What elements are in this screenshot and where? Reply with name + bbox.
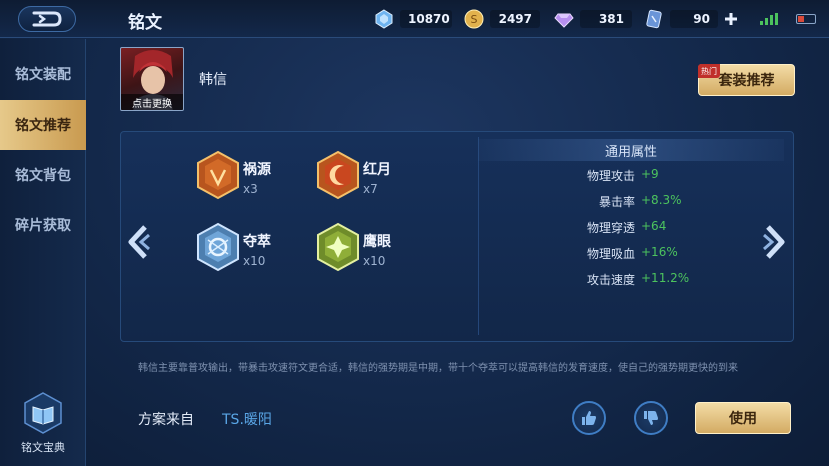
rune-count: x7 [363,182,378,196]
attribute-value: +16% [641,245,678,259]
add-coupon-button[interactable] [722,10,740,28]
attribute-label: 物理攻击 [586,169,635,183]
plan-description: 韩信主要靠普攻输出，带暴击攻速符文更合适，韩信的强势期是中期，带十个夺萃可以提高… [138,363,738,374]
sidebar-item-rune-recommend[interactable]: 铭文推荐 [0,100,86,150]
rune-count: x3 [243,182,258,196]
hero-portrait[interactable]: 点击更换 [120,47,184,111]
rune-green-icon [317,222,359,272]
like-button[interactable] [572,401,606,435]
plus-icon [725,13,737,25]
prev-arrow-icon[interactable] [125,223,151,261]
svg-text:S: S [471,13,478,26]
hot-badge: 热门 [698,64,720,78]
coupon-icon [646,9,662,29]
attribute-value: +9 [641,167,659,181]
rune-item[interactable]: 红月 x7 [315,150,425,206]
diamond-value: 10870 [400,10,452,28]
sidebar-item-rune-bag[interactable]: 铭文背包 [0,150,86,200]
sidebar-item-rune-equip[interactable]: 铭文装配 [0,49,86,99]
diamond-currency: 10870 [374,9,452,29]
plan-author[interactable]: TS.暖阳 [222,409,272,429]
diamond-icon [375,9,393,29]
rune-count: x10 [363,254,386,268]
codex-label: 铭文宝典 [21,441,65,454]
sidebar: 铭文装配 铭文推荐 铭文背包 碎片获取 铭文宝典 [0,39,86,466]
attribute-label: 攻击速度 [586,273,635,287]
page-title: 铭文 [128,13,162,33]
attribute-value: +8.3% [641,193,682,207]
gem-value: 381 [580,10,632,28]
thumbs-up-icon [582,411,596,425]
rune-name: 夺萃 [243,234,271,250]
use-button[interactable]: 使用 [695,402,791,434]
gem-currency: 381 [554,9,632,29]
top-bar: 铭文 10870 S 2497 381 90 [0,0,829,38]
next-arrow-icon[interactable] [762,223,788,261]
attribute-row: 物理攻击 +9 [540,167,780,187]
gold-coin-icon: S [464,9,484,29]
attribute-label: 物理吸血 [586,247,635,261]
coupon-currency: 90 [644,9,740,29]
rune-red-icon [197,150,239,200]
attribute-row: 物理吸血 +16% [540,245,780,265]
rune-red-icon [317,150,359,200]
battery-icon [796,14,816,24]
rune-name: 鹰眼 [363,234,391,250]
attribute-row: 物理穿透 +64 [540,219,780,239]
attributes-title: 通用属性 [478,139,784,161]
coupon-value: 90 [670,10,718,28]
plan-source-label: 方案来自 [138,412,194,428]
hero-name: 韩信 [199,72,227,88]
gold-value: 2497 [490,10,540,28]
attribute-row: 攻击速度 +11.2% [540,271,780,291]
hero-swap-label: 点击更换 [121,94,183,110]
attribute-value: +64 [641,219,667,233]
dislike-button[interactable] [634,401,668,435]
rune-screen: 铭文 10870 S 2497 381 90 铭文装配 铭文推荐 铭文背包 碎片… [0,0,829,466]
rune-count: x10 [243,254,266,268]
sidebar-item-fragment-obtain[interactable]: 碎片获取 [0,200,86,250]
rune-codex-button[interactable]: 铭文宝典 [14,391,72,463]
rune-item[interactable]: 祸源 x3 [195,150,305,206]
attribute-label: 物理穿透 [586,221,635,235]
thumbs-down-icon [644,411,658,425]
attribute-row: 暴击率 +8.3% [540,193,780,213]
attribute-label: 暴击率 [598,195,635,209]
back-button[interactable] [18,6,76,32]
signal-icon [760,13,778,25]
gold-currency: S 2497 [464,9,540,29]
rune-blue-icon [197,222,239,272]
codex-book-icon [24,392,62,434]
rune-item[interactable]: 夺萃 x10 [195,222,305,278]
back-arrow-icon [32,11,62,27]
gem-icon [554,13,574,28]
rune-item[interactable]: 鹰眼 x10 [315,222,425,278]
rune-name: 红月 [363,162,391,178]
attribute-value: +11.2% [641,271,690,285]
rune-name: 祸源 [243,162,271,178]
